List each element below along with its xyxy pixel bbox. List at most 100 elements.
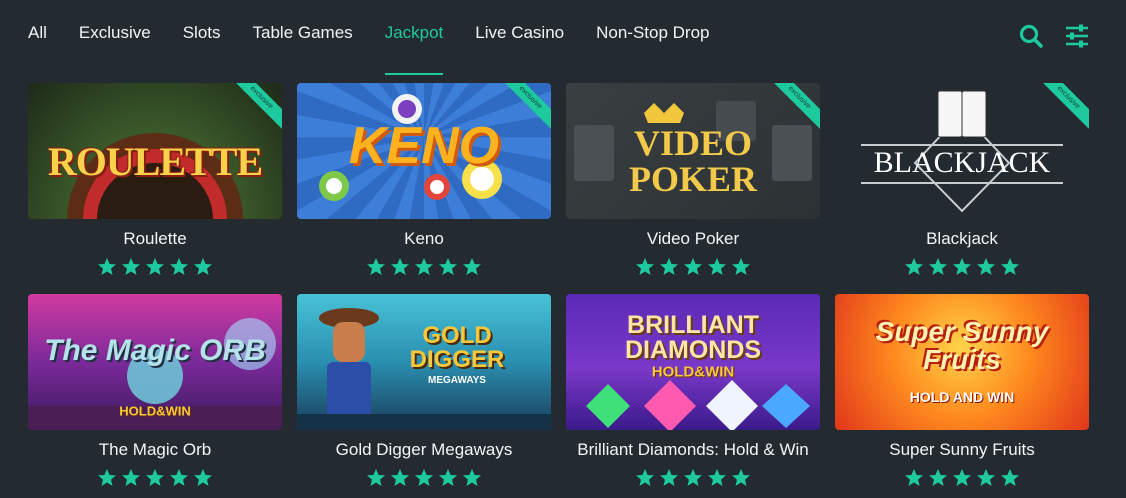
star-icon [636,469,654,486]
tab-label: Non-Stop Drop [596,23,710,42]
star-icon [439,469,457,486]
game-thumbnail[interactable]: VIDEO POKER exclusive [566,83,820,219]
thumbnail-logo-text: BLACKJACK [873,146,1051,180]
star-icon [953,469,971,486]
filter-sliders-icon[interactable] [1064,23,1090,49]
thumbnail-logo-text: KENO [348,116,500,175]
tab-slots[interactable]: Slots [183,22,221,76]
category-nav: All Exclusive Slots Table Games Jackpot … [0,0,1126,76]
game-card-brilliant-diamonds[interactable]: BRILLIANT DIAMONDS HOLD&WIN Brilliant Di… [566,294,820,488]
star-rating [566,257,820,277]
game-title[interactable]: Brilliant Diamonds: Hold & Win [566,440,820,460]
star-icon [391,469,409,486]
star-icon [684,469,702,486]
star-icon [98,258,116,275]
game-title[interactable]: Super Sunny Fruits [835,440,1089,460]
game-card-blackjack[interactable]: BLACKJACK exclusive Blackjack [835,83,1089,277]
thumbnail-logo-text: GOLD DIGGER [409,322,505,374]
star-icon [977,258,995,275]
star-icon [977,469,995,486]
star-icon [905,258,923,275]
star-icon [194,469,212,486]
tab-label: All [28,23,47,42]
star-icon [146,258,164,275]
game-title[interactable]: Video Poker [566,229,820,249]
tab-live-casino[interactable]: Live Casino [475,22,564,76]
star-icon [463,469,481,486]
category-tabs: All Exclusive Slots Table Games Jackpot … [28,22,742,76]
tab-label: Exclusive [78,23,151,42]
star-rating [297,468,551,488]
tab-table-games[interactable]: Table Games [253,22,353,76]
star-icon [929,258,947,275]
star-icon [170,469,188,486]
tab-label: Table Games [252,23,353,42]
star-rating [566,468,820,488]
star-icon [122,469,140,486]
star-icon [905,469,923,486]
game-title[interactable]: Blackjack [835,229,1089,249]
star-icon [415,469,433,486]
tab-label: Slots [182,23,221,42]
star-icon [708,469,726,486]
game-title[interactable]: Gold Digger Megaways [297,440,551,460]
nav-actions [1018,23,1090,49]
game-card-super-sunny-fruits[interactable]: Super Sunny Fruits HOLD AND WIN Super Su… [835,294,1089,488]
thumbnail-logo-text: VIDEO POKER [628,122,757,199]
game-card-gold-digger-megaways[interactable]: GOLD DIGGER MEGAWAYS Gold Digger Megaway… [297,294,551,488]
active-tab-underline [384,73,444,75]
game-title[interactable]: Roulette [28,229,282,249]
star-icon [1001,258,1019,275]
star-rating [835,468,1089,488]
thumbnail-logo-text: Super Sunny Fruits [875,315,1049,375]
star-rating [835,257,1089,277]
star-icon [660,469,678,486]
thumbnail-subtext: HOLD AND WIN [909,389,1015,406]
game-card-video-poker[interactable]: VIDEO POKER exclusive Video Poker [566,83,820,277]
star-icon [194,258,212,275]
star-icon [463,258,481,275]
thumbnail-subtext: HOLD&WIN [119,403,191,419]
star-icon [636,258,654,275]
game-title[interactable]: Keno [297,229,551,249]
star-icon [122,258,140,275]
star-icon [1001,469,1019,486]
game-thumbnail[interactable]: GOLD DIGGER MEGAWAYS [297,294,551,430]
star-rating [28,468,282,488]
game-thumbnail[interactable]: BLACKJACK exclusive [835,83,1089,219]
thumbnail-subtext: HOLD&WIN [651,363,735,381]
thumbnail-logo-text: The Magic ORB [44,334,266,368]
game-thumbnail[interactable]: ROULETTE exclusive [28,83,282,219]
search-icon[interactable] [1018,23,1044,49]
star-icon [929,469,947,486]
tab-all[interactable]: All [28,22,47,76]
tab-non-stop-drop[interactable]: Non-Stop Drop [596,22,709,76]
star-icon [953,258,971,275]
tab-label: Live Casino [475,23,565,42]
tab-label: Jackpot [384,23,444,42]
game-thumbnail[interactable]: Super Sunny Fruits HOLD AND WIN [835,294,1089,430]
game-thumbnail[interactable]: The Magic ORB HOLD&WIN [28,294,282,430]
star-icon [98,469,116,486]
tab-exclusive[interactable]: Exclusive [79,22,151,76]
thumbnail-logo-text: BRILLIANT DIAMONDS [624,310,762,364]
game-thumbnail[interactable]: BRILLIANT DIAMONDS HOLD&WIN [566,294,820,430]
game-card-the-magic-orb[interactable]: The Magic ORB HOLD&WIN The Magic Orb [28,294,282,488]
game-card-keno[interactable]: KENO exclusive Keno [297,83,551,277]
star-icon [439,258,457,275]
star-icon [732,469,750,486]
game-card-roulette[interactable]: ROULETTE exclusive Roulette [28,83,282,277]
star-icon [391,258,409,275]
star-icon [684,258,702,275]
star-icon [415,258,433,275]
game-thumbnail[interactable]: KENO exclusive [297,83,551,219]
tab-jackpot[interactable]: Jackpot [384,22,444,76]
star-icon [170,258,188,275]
star-icon [367,469,385,486]
thumbnail-subtext: MEGAWAYS [428,375,486,387]
game-title[interactable]: The Magic Orb [28,440,282,460]
thumbnail-logo-text: ROULETTE [47,138,263,184]
star-icon [708,258,726,275]
star-icon [660,258,678,275]
star-rating [28,257,282,277]
